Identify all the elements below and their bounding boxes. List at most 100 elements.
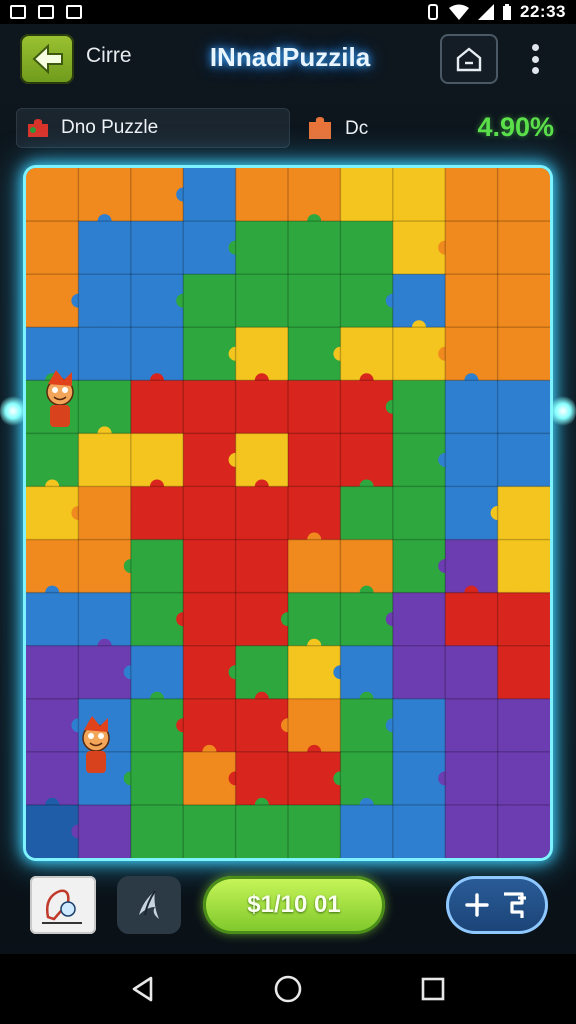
puzzle-piece[interactable] bbox=[392, 274, 446, 328]
puzzle-piece[interactable] bbox=[26, 592, 79, 647]
puzzle-piece[interactable] bbox=[497, 168, 550, 222]
puzzle-piece[interactable] bbox=[130, 592, 184, 647]
puzzle-piece[interactable] bbox=[130, 804, 184, 858]
puzzle-piece[interactable] bbox=[78, 592, 132, 647]
hint-button[interactable] bbox=[30, 876, 96, 934]
puzzle-piece[interactable] bbox=[183, 804, 237, 858]
puzzle-piece[interactable] bbox=[340, 698, 394, 753]
puzzle-piece[interactable] bbox=[340, 804, 394, 858]
puzzle-piece[interactable] bbox=[235, 645, 289, 700]
puzzle-piece[interactable] bbox=[340, 168, 394, 222]
puzzle-piece[interactable] bbox=[183, 592, 237, 647]
puzzle-piece[interactable] bbox=[340, 433, 394, 487]
puzzle-piece[interactable] bbox=[130, 751, 184, 806]
puzzle-piece[interactable] bbox=[235, 221, 289, 275]
puzzle-piece[interactable] bbox=[340, 221, 394, 275]
puzzle-piece[interactable] bbox=[235, 751, 289, 806]
puzzle-piece[interactable] bbox=[445, 274, 499, 328]
puzzle-piece[interactable] bbox=[340, 539, 394, 594]
puzzle-piece[interactable] bbox=[26, 433, 79, 487]
puzzle-grid[interactable] bbox=[26, 168, 550, 858]
puzzle-piece[interactable] bbox=[497, 645, 550, 700]
puzzle-piece[interactable] bbox=[340, 751, 394, 806]
puzzle-piece[interactable] bbox=[235, 168, 289, 222]
puzzle-piece[interactable] bbox=[183, 380, 237, 434]
puzzle-piece[interactable] bbox=[497, 592, 550, 647]
puzzle-piece[interactable] bbox=[183, 168, 237, 222]
puzzle-piece[interactable] bbox=[445, 698, 499, 753]
puzzle-piece[interactable] bbox=[445, 433, 499, 487]
puzzle-piece[interactable] bbox=[445, 592, 499, 647]
puzzle-piece[interactable] bbox=[497, 698, 550, 753]
puzzle-piece[interactable] bbox=[130, 327, 184, 381]
puzzle-piece[interactable] bbox=[130, 274, 184, 328]
puzzle-piece[interactable] bbox=[445, 168, 499, 222]
nav-home-icon[interactable] bbox=[266, 967, 310, 1011]
puzzle-piece[interactable] bbox=[288, 539, 341, 594]
puzzle-piece[interactable] bbox=[392, 486, 446, 541]
puzzle-piece[interactable] bbox=[445, 645, 499, 700]
puzzle-piece[interactable] bbox=[130, 168, 184, 222]
puzzle-piece[interactable] bbox=[497, 221, 550, 275]
puzzle-piece[interactable] bbox=[78, 645, 132, 700]
puzzle-piece[interactable] bbox=[26, 486, 79, 541]
puzzle-piece[interactable] bbox=[235, 486, 289, 541]
puzzle-piece[interactable] bbox=[26, 804, 79, 858]
puzzle-piece[interactable] bbox=[288, 486, 341, 541]
puzzle-piece[interactable] bbox=[183, 645, 237, 700]
puzzle-piece[interactable] bbox=[130, 539, 184, 594]
puzzle-piece[interactable] bbox=[392, 433, 446, 487]
puzzle-piece[interactable] bbox=[78, 539, 132, 594]
puzzle-piece[interactable] bbox=[340, 380, 394, 434]
puzzle-piece[interactable] bbox=[26, 645, 79, 700]
puzzle-piece[interactable] bbox=[130, 698, 184, 753]
purchase-button[interactable]: $1/10 01 bbox=[203, 876, 385, 934]
puzzle-piece[interactable] bbox=[26, 539, 79, 594]
puzzle-piece[interactable] bbox=[497, 486, 550, 541]
puzzle-piece[interactable] bbox=[130, 433, 184, 487]
puzzle-piece[interactable] bbox=[288, 433, 341, 487]
puzzle-piece[interactable] bbox=[392, 539, 446, 594]
puzzle-piece[interactable] bbox=[78, 221, 132, 275]
puzzle-piece[interactable] bbox=[183, 274, 237, 328]
puzzle-piece[interactable] bbox=[288, 804, 341, 858]
puzzle-piece[interactable] bbox=[340, 327, 394, 381]
puzzle-piece[interactable] bbox=[392, 221, 446, 275]
puzzle-piece[interactable] bbox=[288, 221, 341, 275]
puzzle-piece[interactable] bbox=[78, 433, 132, 487]
puzzle-piece[interactable] bbox=[235, 433, 289, 487]
puzzle-piece[interactable] bbox=[340, 274, 394, 328]
puzzle-piece[interactable] bbox=[130, 486, 184, 541]
puzzle-piece[interactable] bbox=[183, 751, 237, 806]
puzzle-piece[interactable] bbox=[183, 539, 237, 594]
puzzle-piece[interactable] bbox=[288, 645, 341, 700]
puzzle-piece[interactable] bbox=[235, 380, 289, 434]
puzzle-piece[interactable] bbox=[288, 698, 341, 753]
puzzle-piece[interactable] bbox=[445, 380, 499, 434]
puzzle-piece[interactable] bbox=[445, 327, 499, 381]
back-button[interactable] bbox=[20, 34, 74, 84]
puzzle-piece[interactable] bbox=[497, 274, 550, 328]
home-button[interactable] bbox=[440, 34, 498, 84]
puzzle-piece[interactable] bbox=[183, 433, 237, 487]
puzzle-piece[interactable] bbox=[340, 592, 394, 647]
puzzle-board[interactable] bbox=[26, 168, 550, 858]
puzzle-piece[interactable] bbox=[392, 804, 446, 858]
puzzle-piece[interactable] bbox=[26, 168, 79, 222]
puzzle-piece[interactable] bbox=[288, 327, 341, 381]
puzzle-piece[interactable] bbox=[130, 380, 184, 434]
puzzle-piece[interactable] bbox=[497, 751, 550, 806]
puzzle-piece[interactable] bbox=[497, 433, 550, 487]
puzzle-piece[interactable] bbox=[235, 592, 289, 647]
puzzle-piece[interactable] bbox=[340, 645, 394, 700]
puzzle-piece[interactable] bbox=[235, 274, 289, 328]
puzzle-piece[interactable] bbox=[445, 751, 499, 806]
puzzle-piece[interactable] bbox=[288, 592, 341, 647]
puzzle-piece[interactable] bbox=[235, 698, 289, 753]
puzzle-piece[interactable] bbox=[26, 221, 79, 275]
nav-recents-icon[interactable] bbox=[411, 967, 455, 1011]
puzzle-piece[interactable] bbox=[78, 274, 132, 328]
puzzle-piece[interactable] bbox=[235, 327, 289, 381]
puzzle-piece[interactable] bbox=[497, 327, 550, 381]
puzzle-piece[interactable] bbox=[183, 698, 237, 753]
